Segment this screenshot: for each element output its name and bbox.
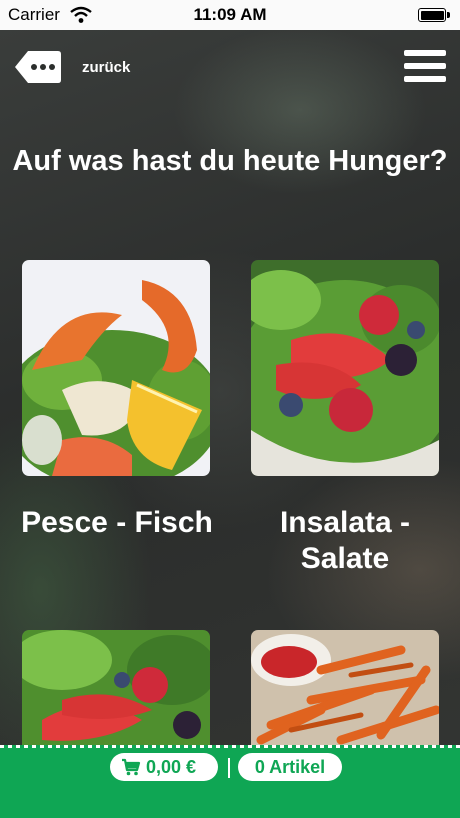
cart-items-button[interactable]: 0 Artikel	[238, 753, 342, 781]
category-tile-3[interactable]	[22, 630, 210, 745]
category-label-salate[interactable]: Insalata - Salate	[235, 505, 455, 577]
category-label-fisch[interactable]: Pesce - Fisch	[7, 505, 227, 541]
cart-bar: 0,00 € 0 Artikel	[0, 745, 460, 818]
more-dots-icon	[31, 64, 55, 70]
strawberry-salad-photo	[22, 630, 210, 745]
page-title: Auf was hast du heute Hunger?	[12, 145, 448, 177]
clock: 11:09 AM	[193, 5, 267, 24]
cart-icon	[122, 758, 141, 776]
cart-total: 0,00 €	[146, 757, 197, 777]
sweet-potato-fries-photo	[251, 630, 439, 745]
battery-icon	[418, 8, 450, 22]
category-tile-4[interactable]	[251, 630, 439, 745]
back-button[interactable]	[14, 50, 62, 84]
cart-total-button[interactable]: 0,00 €	[110, 753, 218, 781]
berry-salad-photo	[251, 260, 439, 476]
back-label[interactable]: zurück	[82, 59, 130, 76]
category-tile-salate[interactable]	[251, 260, 439, 476]
hamburger-menu-icon[interactable]	[404, 48, 446, 84]
cart-item-count: 0 Artikel	[254, 757, 326, 777]
divider	[228, 758, 230, 778]
category-tile-fisch[interactable]	[22, 260, 210, 476]
status-bar: Carrier 11:09 AM	[0, 0, 460, 30]
shrimp-salad-photo	[22, 260, 210, 476]
